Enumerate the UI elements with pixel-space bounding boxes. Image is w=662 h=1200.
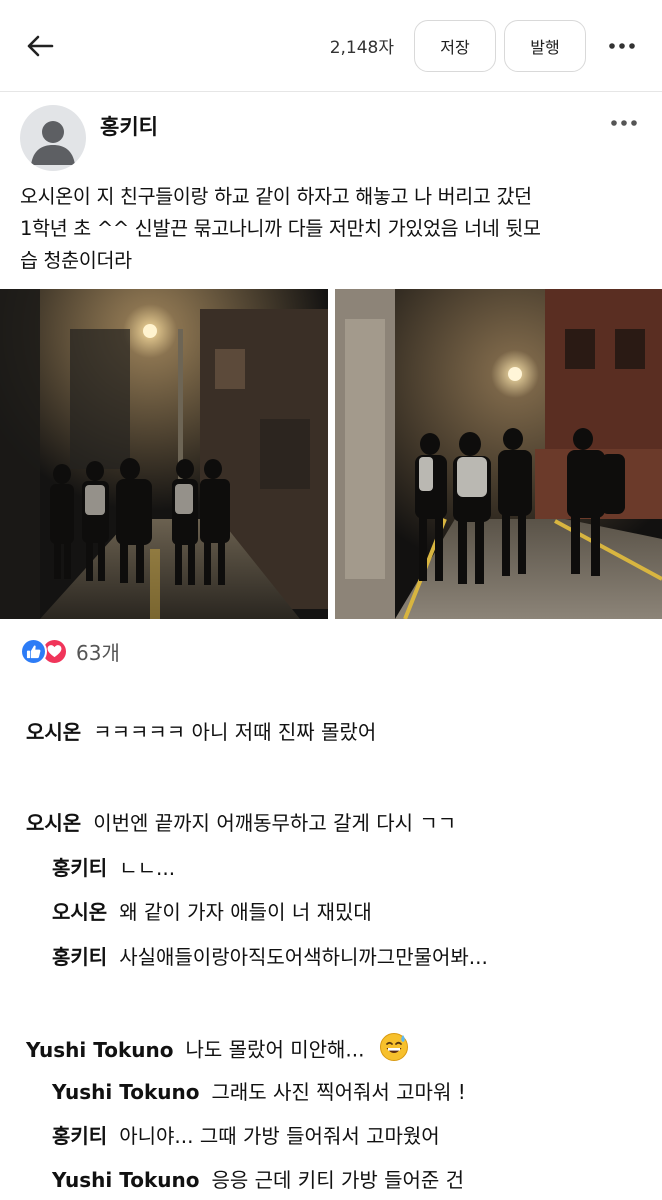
comment-text: 이번엔 끝까지 어깨동무하고 갈게 다시 ㄱㄱ [93,811,457,835]
comment-reply: 홍키티 ㄴㄴ... [52,853,175,883]
comment-reply: 홍키티 아니야... 그때 가방 들어줘서 고마웠어 [52,1121,440,1151]
reaction-summary[interactable]: 63개 [20,636,120,666]
post-photo-2[interactable] [335,289,662,619]
post-text-line: 1학년 초 ^^ 신발끈 묶고나니까 다들 저만치 가있었음 너네 뒷모 [20,217,541,240]
comment-author[interactable]: 홍키티 [52,856,107,880]
post-text-line: 오시온이 지 친구들이랑 하교 같이 하자고 해놓고 나 버리고 갔던 [20,185,532,208]
comment-author[interactable]: 오시온 [52,900,107,924]
comment-author[interactable]: 홍키티 [52,1124,107,1148]
comment-reply: Yushi Tokuno 응응 근데 키티 가방 들어준 건 [52,1165,464,1195]
comment-text: 왜 같이 가자 애들이 너 재밌대 [119,900,372,924]
sweat-smile-emoji [379,1032,409,1070]
comment-author[interactable]: 홍키티 [52,945,107,969]
save-button[interactable]: 저장 [414,20,496,72]
comment-text: ㄴㄴ... [119,856,176,880]
comment: Yushi Tokuno 나도 몰랐어 미안해... [26,1032,409,1070]
publish-button[interactable]: 발행 [504,20,586,72]
post-body: 오시온이 지 친구들이랑 하교 같이 하자고 해놓고 나 버리고 갔던 1학년 … [20,181,650,277]
comment-reply: 홍키티 사실애들이랑아직도어색하니까그만물어봐... [52,942,488,972]
comment-text: 나도 몰랐어 미안해... [185,1037,365,1062]
default-avatar-icon [31,121,75,165]
top-bar: 2,148자 저장 발행 [0,0,662,92]
character-count: 2,148자 [329,38,394,58]
comment-author[interactable]: 오시온 [26,811,81,835]
comment-text: 응응 근데 키티 가방 들어준 건 [211,1168,465,1192]
post-author-name[interactable]: 홍키티 [100,111,158,141]
thumbs-up-icon [20,637,47,665]
comment-text: 사실애들이랑아직도어색하니까그만물어봐... [119,945,488,969]
comment-reply: 오시온 왜 같이 가자 애들이 너 재밌대 [52,897,372,927]
comment: 오시온 이번엔 끝까지 어깨동무하고 갈게 다시 ㄱㄱ [26,808,456,838]
more-horizontal-icon [611,120,637,126]
avatar[interactable] [20,105,86,171]
comment-reply: Yushi Tokuno 그래도 사진 찍어줘서 고마워 ! [52,1077,466,1107]
post-text-line: 습 청춘이더라 [20,249,132,272]
comment-author[interactable]: 오시온 [26,720,81,744]
comment-text: 아니야... 그때 가방 들어줘서 고마웠어 [119,1124,440,1148]
reaction-count: 63개 [76,640,120,665]
post-more-button[interactable] [604,108,644,138]
comment-author[interactable]: Yushi Tokuno [52,1080,199,1104]
back-button[interactable] [18,24,62,68]
more-options-button[interactable] [600,26,644,66]
comment-text: ㅋㅋㅋㅋㅋ 아니 저때 진짜 몰랐어 [93,720,377,744]
comment-author[interactable]: Yushi Tokuno [26,1038,173,1062]
post-photo-1[interactable] [0,289,328,619]
more-horizontal-icon [609,43,635,49]
arrow-left-icon [27,35,54,57]
comment-text: 그래도 사진 찍어줘서 고마워 ! [211,1080,466,1104]
comment-author[interactable]: Yushi Tokuno [52,1168,199,1192]
comment: 오시온 ㅋㅋㅋㅋㅋ 아니 저때 진짜 몰랐어 [26,717,376,747]
